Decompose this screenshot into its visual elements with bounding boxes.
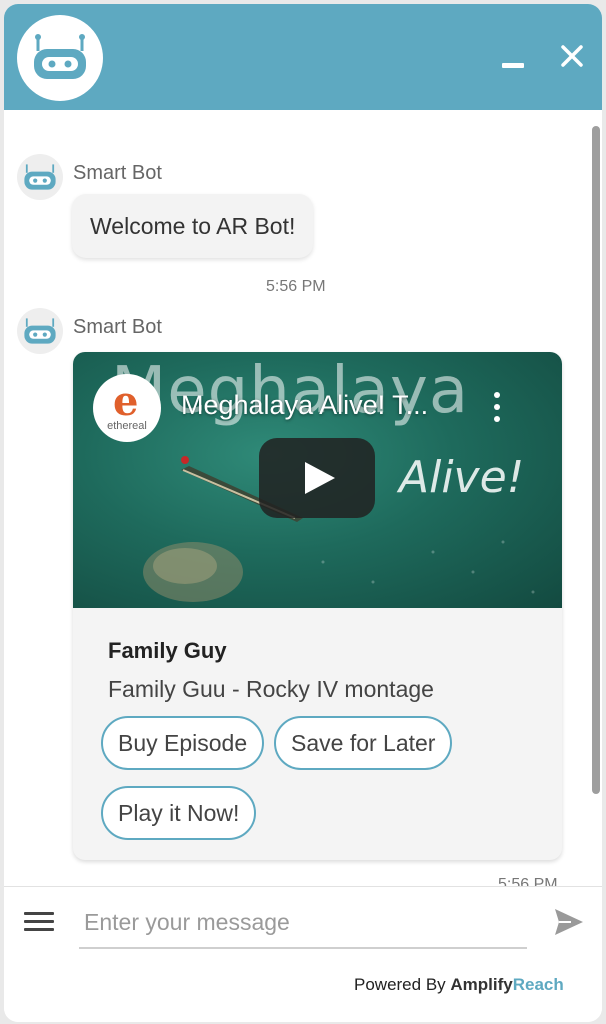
sender-name: Smart Bot — [73, 316, 162, 338]
message-avatar — [17, 154, 63, 200]
hamburger-line — [24, 920, 54, 923]
close-icon — [561, 45, 583, 67]
scrollbar[interactable] — [592, 120, 600, 880]
channel-letter: e — [113, 378, 139, 425]
card-title: Family Guy — [108, 638, 227, 663]
menu-button[interactable] — [24, 909, 54, 933]
brand-name-accent: Reach — [512, 975, 564, 994]
bot-avatar — [17, 15, 103, 101]
play-icon — [305, 462, 335, 494]
send-button[interactable] — [553, 907, 585, 937]
powered-by-prefix: Powered By — [354, 975, 446, 994]
robot-icon — [24, 318, 56, 344]
robot-icon — [34, 34, 86, 79]
composer: Powered By AmplifyReach — [4, 886, 602, 1022]
hamburger-line — [24, 928, 54, 931]
video-embed[interactable]: Meghalaya Alive! e ethereal Meghalaya Al… — [73, 352, 562, 608]
play-button[interactable] — [259, 438, 375, 518]
minimize-button[interactable] — [500, 50, 526, 72]
buy-episode-button[interactable]: Buy Episode — [101, 716, 265, 770]
message-bubble: Welcome to AR Bot! — [72, 194, 314, 258]
message-list[interactable]: Smart Bot Welcome to AR Bot! 5:56 PM Sma… — [4, 110, 602, 886]
channel-logo[interactable]: e ethereal — [93, 374, 161, 442]
message-timestamp: 5:56 PM — [266, 278, 326, 295]
message-avatar — [17, 308, 63, 354]
media-card: Meghalaya Alive! e ethereal Meghalaya Al… — [73, 352, 562, 860]
video-title[interactable]: Meghalaya Alive! T... — [181, 390, 428, 421]
video-overlay-subtitle: Alive! — [399, 452, 525, 503]
close-button[interactable] — [560, 44, 584, 68]
robot-icon — [24, 164, 56, 190]
channel-name: ethereal — [107, 420, 147, 432]
hamburger-menu-icon — [24, 912, 54, 915]
message-timestamp: 5:56 PM — [498, 876, 558, 886]
chat-header — [4, 4, 602, 110]
scroll-thumb[interactable] — [592, 126, 600, 794]
chat-widget: Smart Bot Welcome to AR Bot! 5:56 PM Sma… — [4, 4, 602, 1022]
powered-by: Powered By AmplifyReach — [354, 975, 564, 995]
video-menu-button[interactable] — [487, 390, 507, 424]
brand-name: Amplify — [450, 975, 513, 994]
card-subtitle: Family Guu - Rocky IV montage — [108, 676, 434, 702]
save-for-later-button[interactable]: Save for Later — [274, 716, 453, 770]
more-vertical-icon — [494, 392, 500, 422]
minimize-icon — [502, 63, 524, 68]
message-input[interactable] — [79, 897, 527, 949]
send-icon — [555, 909, 583, 935]
play-it-now-button[interactable]: Play it Now! — [101, 786, 257, 840]
sender-name: Smart Bot — [73, 162, 162, 184]
